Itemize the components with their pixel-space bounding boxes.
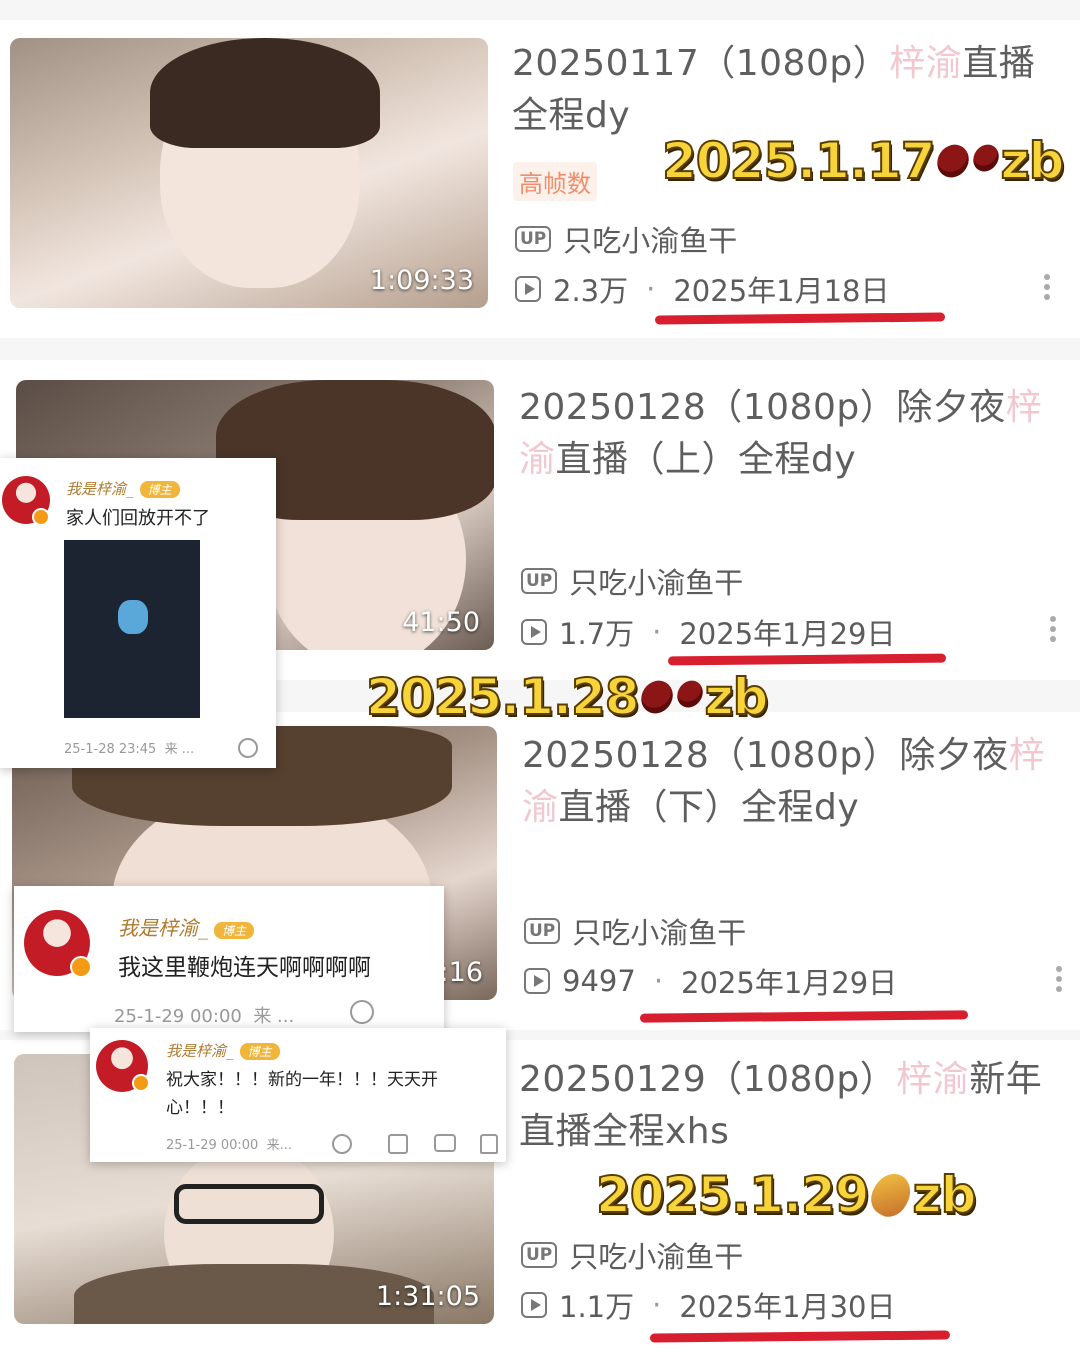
comment-username[interactable]: 我是梓渝_ 博主 <box>118 912 255 941</box>
comment-username[interactable]: 我是梓渝_ 博主 <box>166 1040 280 1061</box>
comment-card-3[interactable]: 我是梓渝_ 博主 祝大家！！！新的一年！！！天天开心！！！ 25-1-29 00:… <box>90 1028 506 1162</box>
uploader-row[interactable]: UP 只吃小渝鱼干 <box>521 560 743 602</box>
blogger-badge: 博主 <box>239 1043 280 1060</box>
video-duration: :16 <box>439 957 483 988</box>
emoji-icon[interactable] <box>350 1000 374 1024</box>
video-duration: 41:50 <box>402 607 480 638</box>
separator-dot: · <box>653 964 664 998</box>
video-duration: 1:31:05 <box>375 1281 480 1312</box>
comment-footer: 25-1-28 23:45 来 ... <box>64 742 195 757</box>
comment-screenshot-image[interactable] <box>64 540 200 718</box>
thumbnail-glasses <box>174 1184 324 1224</box>
comment-icon[interactable] <box>434 1134 456 1152</box>
more-options-icon[interactable] <box>1056 962 1062 996</box>
comment-text: 祝大家！！！新的一年！！！天天开心！！！ <box>166 1070 438 1118</box>
stats-row: 9497 · 2025年1月29日 <box>524 960 897 1002</box>
view-count: 1.7万 <box>559 617 635 651</box>
red-bean-icon <box>634 674 708 720</box>
blogger-badge: 博主 <box>139 481 180 498</box>
comment-text: 家人们回放开不了 <box>66 508 210 529</box>
upload-date: 2025年1月29日 <box>681 966 898 1000</box>
separator-dot: · <box>652 615 662 649</box>
comment-card-1[interactable]: 我是梓渝_ 博主 家人们回放开不了 25-1-28 23:45 来 ... <box>0 458 276 768</box>
uploader-name: 只吃小渝鱼干 <box>569 566 744 600</box>
video-title[interactable]: 20250128（1080p）除夕夜梓渝直播（下）全程dy <box>522 730 1067 834</box>
play-count-icon <box>521 1292 547 1318</box>
uploader-row[interactable]: UP 只吃小渝鱼干 <box>515 218 737 260</box>
video-duration: 1:09:33 <box>369 265 474 296</box>
comment-footer: 25-1-29 00:00 来... <box>166 1138 293 1153</box>
live-date-stamp-3: 2025.1.29 zb <box>595 1165 977 1225</box>
view-count: 1.1万 <box>559 1290 635 1324</box>
separator-dot: · <box>646 272 656 306</box>
uploader-name: 只吃小渝鱼干 <box>572 916 747 950</box>
separator-dot: · <box>652 1288 662 1322</box>
uploader-name: 只吃小渝鱼干 <box>563 224 738 258</box>
video-title[interactable]: 20250117（1080p）梓渝直播全程dy <box>512 38 1052 142</box>
play-count-icon <box>515 276 541 302</box>
uploader-row[interactable]: UP 只吃小渝鱼干 <box>521 1234 743 1276</box>
sweet-potato-icon <box>863 1166 918 1224</box>
up-icon: UP <box>515 226 552 252</box>
share-icon[interactable] <box>388 1134 408 1154</box>
verified-icon <box>132 1074 150 1092</box>
verified-icon <box>70 956 92 978</box>
upload-date: 2025年1月18日 <box>673 274 890 308</box>
play-count-icon <box>521 619 547 645</box>
up-icon: UP <box>521 568 558 594</box>
comment-text: 我这里鞭炮连天啊啊啊啊 <box>118 955 371 981</box>
up-icon: UP <box>521 1242 558 1268</box>
stats-row: 1.7万 · 2025年1月29日 <box>521 611 896 653</box>
video-title[interactable]: 20250129（1080p）梓渝新年直播全程xhs <box>519 1054 1064 1158</box>
upload-date: 2025年1月30日 <box>679 1290 896 1324</box>
emoji-icon[interactable] <box>332 1134 352 1154</box>
view-count: 2.3万 <box>553 274 629 308</box>
stats-row: 2.3万 · 2025年1月18日 <box>515 268 890 310</box>
thumbnail-hair <box>150 38 380 148</box>
live-date-stamp-2: 2025.1.28 zb <box>365 667 769 727</box>
live-date-stamp-1: 2025.1.17 zb <box>661 131 1065 191</box>
comment-card-2[interactable]: 我是梓渝_ 博主 我这里鞭炮连天啊啊啊啊 25-1-29 00:00 来 ... <box>14 886 444 1032</box>
verified-icon <box>32 508 50 526</box>
blogger-badge: 博主 <box>214 922 255 939</box>
high-framerate-tag: 高帧数 <box>513 162 597 201</box>
red-bean-icon <box>930 138 1004 184</box>
up-icon: UP <box>524 918 561 944</box>
comment-footer: 25-1-29 00:00 来 ... <box>114 1006 295 1027</box>
play-count-icon <box>524 968 550 994</box>
stats-row: 1.1万 · 2025年1月30日 <box>521 1284 896 1326</box>
like-icon[interactable] <box>480 1134 498 1154</box>
emoji-icon[interactable] <box>238 738 258 758</box>
upload-date: 2025年1月29日 <box>679 617 896 651</box>
more-options-icon[interactable] <box>1044 270 1050 304</box>
uploader-row[interactable]: UP 只吃小渝鱼干 <box>524 910 746 952</box>
view-count: 9497 <box>562 964 636 998</box>
video-thumbnail-1[interactable]: 1:09:33 <box>10 38 488 308</box>
video-title[interactable]: 20250128（1080p）除夕夜梓渝直播（上）全程dy <box>519 382 1059 486</box>
more-options-icon[interactable] <box>1050 612 1056 646</box>
phone-figure-icon <box>118 600 148 634</box>
comment-username[interactable]: 我是梓渝_ 博主 <box>66 478 180 499</box>
uploader-name: 只吃小渝鱼干 <box>569 1240 744 1274</box>
